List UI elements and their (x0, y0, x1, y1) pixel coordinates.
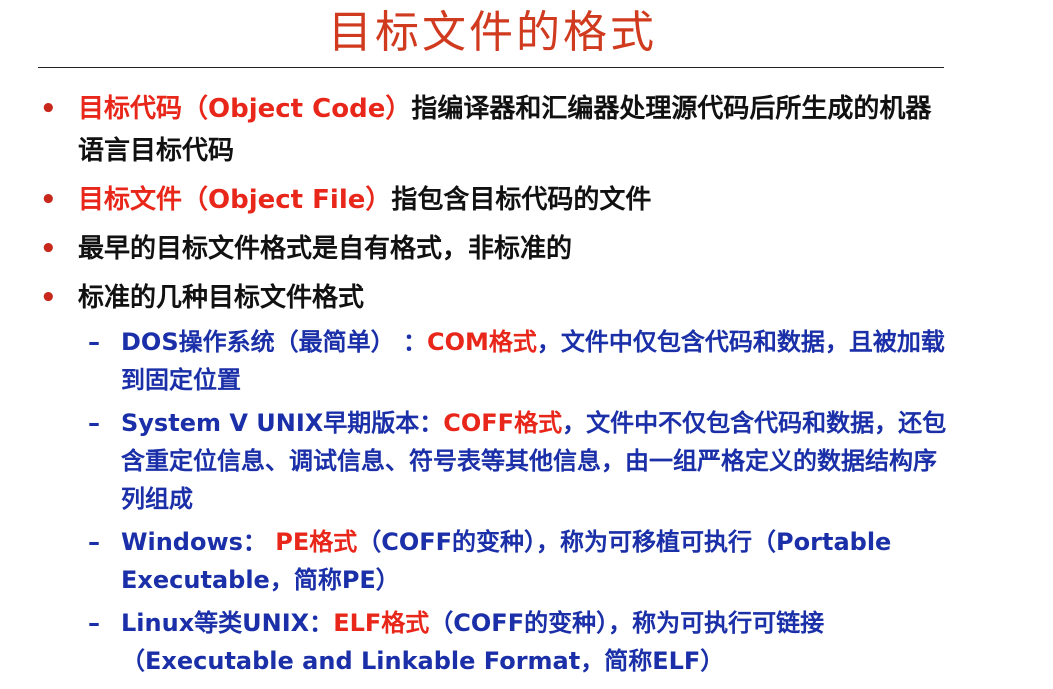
sub-bullet-unix-coff: – System V UNIX早期版本：COFF格式，文件中不仅包含代码和数据，… (88, 404, 948, 518)
bullet-object-file: • 目标文件（Object File）指包含目标代码的文件 (40, 179, 940, 221)
bullet-object-code: • 目标代码（Object Code）指编译器和汇编器处理源代码后所生成的机器语… (40, 88, 940, 172)
format-name-pe: PE格式 (275, 528, 358, 556)
format-name-coff: COFF格式 (443, 409, 563, 437)
slide-title: 目标文件的格式 (328, 7, 657, 58)
sub-bullet-dash: – (88, 528, 100, 556)
term-object-file: 目标文件（Object File） (78, 185, 392, 215)
format-sub-list: – DOS操作系统（最简单） ：COM格式，文件中仅包含代码和数据，且被加载到固… (88, 323, 948, 685)
sub-bullet-linux-elf: – Linux等类UNIX：ELF格式（COFF的变种），称为可执行可链接（Ex… (88, 604, 948, 680)
sub-bullet-dos-com: – DOS操作系统（最简单） ：COM格式，文件中仅包含代码和数据，且被加载到固… (88, 323, 948, 399)
bullet-standard-formats: • 标准的几种目标文件格式 (40, 277, 940, 319)
title-divider (38, 67, 944, 68)
bullet-marker: • (40, 185, 57, 215)
bullet-text: 最早的目标文件格式是自有格式，非标准的 (78, 234, 573, 264)
sub-bullet-windows-pe: – Windows： PE格式（COFF的变种），称为可移植可执行（Portab… (88, 523, 948, 599)
sub-bullet-lead: Windows： (121, 528, 276, 556)
sub-bullet-dash: – (88, 328, 100, 356)
term-object-code: 目标代码（Object Code） (78, 94, 412, 124)
sub-bullet-lead: System V UNIX早期版本： (121, 409, 444, 437)
bullet-marker: • (40, 283, 57, 313)
main-bullet-list: • 目标代码（Object Code）指编译器和汇编器处理源代码后所生成的机器语… (40, 88, 940, 326)
bullet-text: 标准的几种目标文件格式 (78, 283, 365, 313)
sub-bullet-lead: Linux等类UNIX： (121, 609, 334, 637)
bullet-marker: • (40, 94, 57, 124)
sub-bullet-lead: DOS操作系统（最简单） ： (121, 328, 427, 356)
format-name-elf: ELF格式 (333, 609, 430, 637)
bullet-marker: • (40, 234, 57, 264)
format-name-com: COM格式 (426, 328, 537, 356)
sub-bullet-dash: – (88, 409, 100, 437)
bullet-early-formats: • 最早的目标文件格式是自有格式，非标准的 (40, 228, 940, 270)
bullet-text: 指包含目标代码的文件 (391, 185, 652, 215)
sub-bullet-dash: – (88, 609, 100, 637)
